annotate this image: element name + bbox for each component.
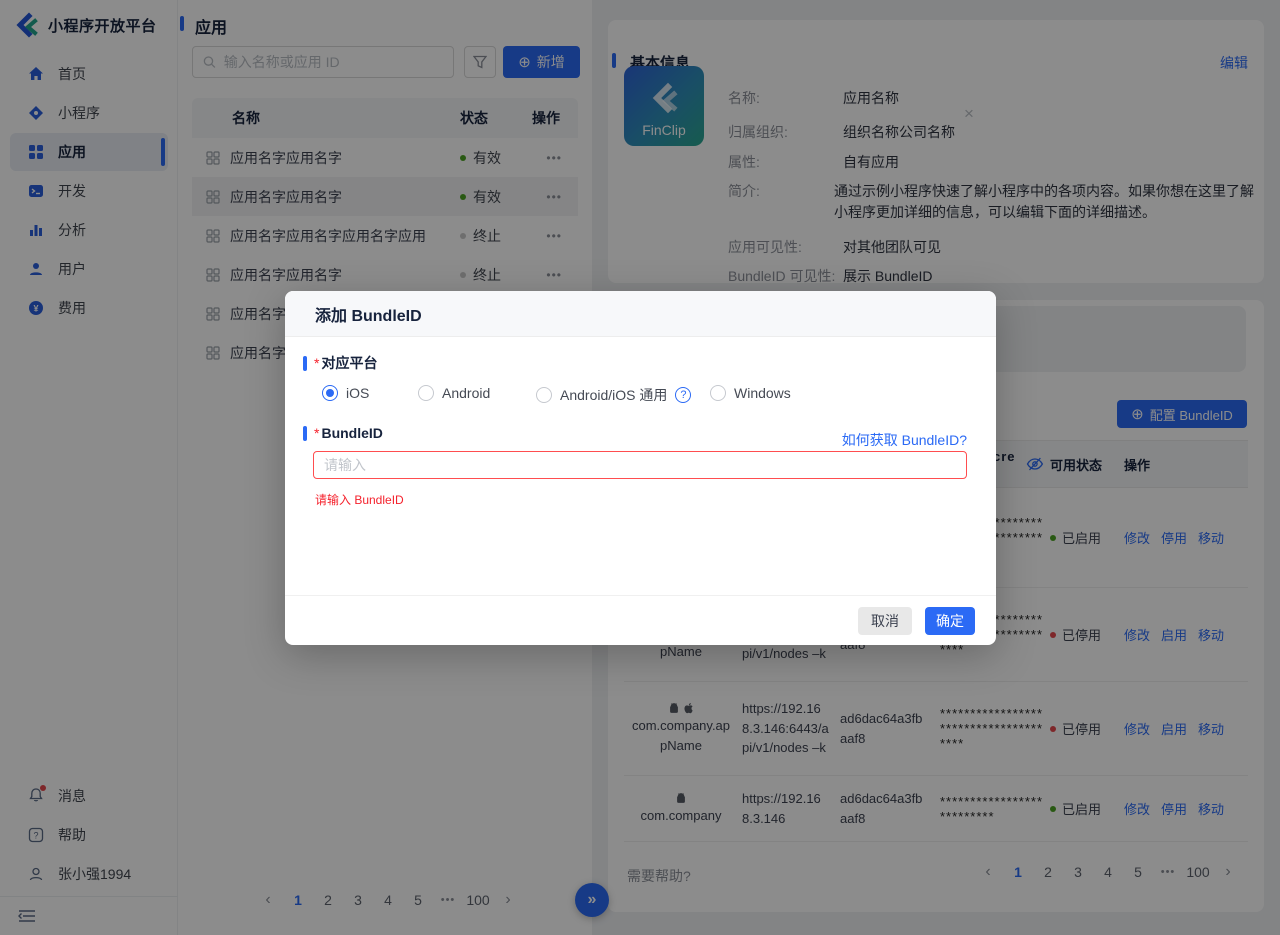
label-marker: [303, 356, 307, 371]
modal-footer: 取消 确定: [285, 595, 996, 645]
radio-icon[interactable]: [710, 385, 726, 401]
platform-field-label: * 对应平台: [303, 353, 377, 373]
ok-button[interactable]: 确定: [925, 607, 975, 635]
radio-windows[interactable]: Windows: [710, 385, 791, 401]
question-circle-icon[interactable]: ?: [675, 387, 691, 403]
required-asterisk: *: [314, 355, 319, 371]
label-marker: [303, 426, 307, 441]
cancel-button[interactable]: 取消: [858, 607, 912, 635]
radio-label: iOS: [346, 385, 369, 401]
radio-icon[interactable]: [536, 387, 552, 403]
radio-ios[interactable]: iOS: [322, 385, 369, 401]
add-bundleid-modal: 添加 BundleID * 对应平台 iOS Android Android/i…: [285, 291, 996, 645]
bundleid-field-label: * BundleID: [303, 425, 383, 441]
app-screen: 小程序开放平台 首页 小程序 应用 开发 分析 用户 ¥ 费用: [0, 0, 1280, 935]
radio-android[interactable]: Android: [418, 385, 490, 401]
radio-label: Windows: [734, 385, 791, 401]
required-asterisk: *: [314, 425, 319, 441]
radio-label: Android/iOS 通用: [560, 385, 667, 405]
modal-title: 添加 BundleID: [315, 302, 422, 326]
radio-selected-icon[interactable]: [322, 385, 338, 401]
radio-universal[interactable]: Android/iOS 通用 ?: [536, 385, 691, 405]
radio-label: Android: [442, 385, 490, 401]
modal-header: 添加 BundleID: [285, 291, 996, 337]
how-to-get-bundleid-link[interactable]: 如何获取 BundleID?: [842, 430, 967, 450]
bundleid-input[interactable]: [313, 451, 967, 479]
bundleid-error-text: 请输入 BundleID: [315, 491, 404, 508]
radio-icon[interactable]: [418, 385, 434, 401]
